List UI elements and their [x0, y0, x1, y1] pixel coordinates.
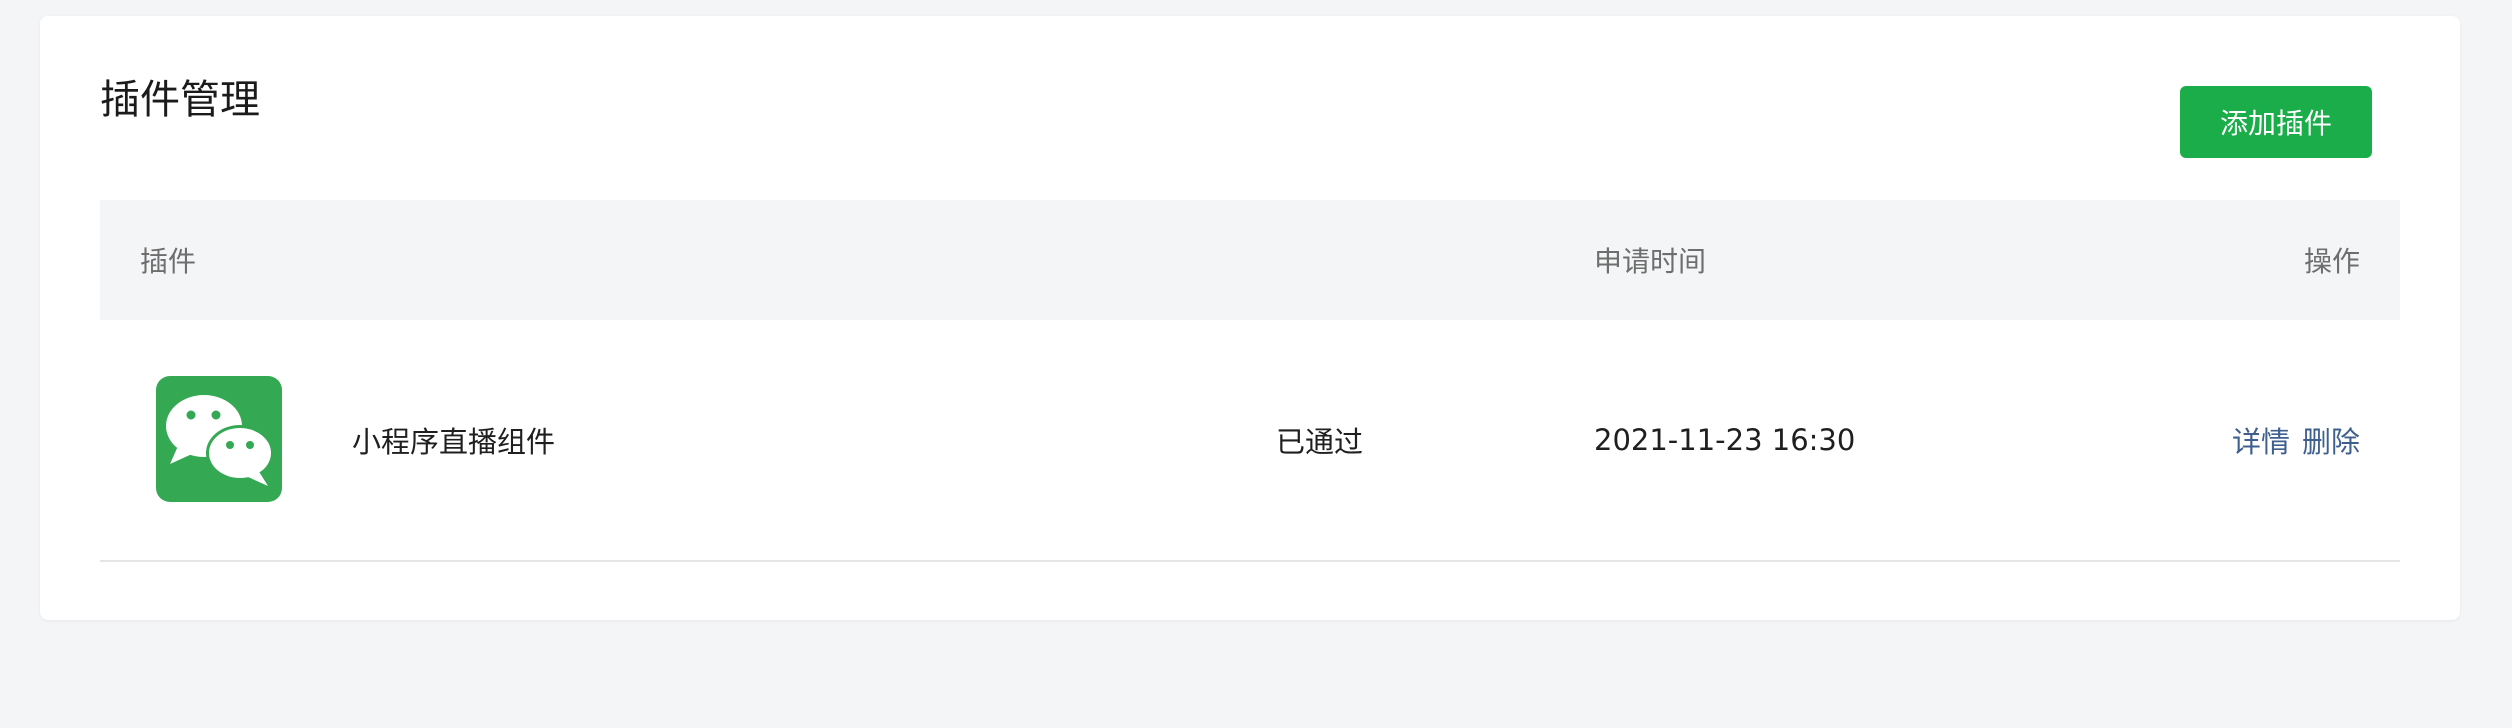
- status-text: 已通过: [1276, 425, 1364, 459]
- column-header-time: 申请时间: [1594, 245, 1707, 278]
- apply-time: 2021-11-23 16:30: [1594, 423, 1856, 457]
- wechat-icon: [156, 376, 282, 502]
- plugin-name: 小程序直播组件: [352, 425, 556, 459]
- table-row: 小程序直播组件 已通过 2021-11-23 16:30 详情 删除: [100, 320, 2400, 562]
- plugin-management-card: 插件管理 添加插件 插件 申请时间 操作 小程序直播组件 已通过 2021-11…: [40, 16, 2460, 620]
- column-header-plugin: 插件: [140, 245, 197, 278]
- column-header-actions: 操作: [2303, 245, 2360, 278]
- details-link[interactable]: 详情: [2232, 419, 2290, 461]
- delete-link[interactable]: 删除: [2302, 419, 2360, 461]
- add-plugin-button[interactable]: 添加插件: [2180, 86, 2372, 158]
- row-actions: 详情 删除: [2232, 320, 2360, 560]
- table-header: 插件 申请时间 操作: [100, 200, 2400, 320]
- page-title: 插件管理: [100, 77, 260, 123]
